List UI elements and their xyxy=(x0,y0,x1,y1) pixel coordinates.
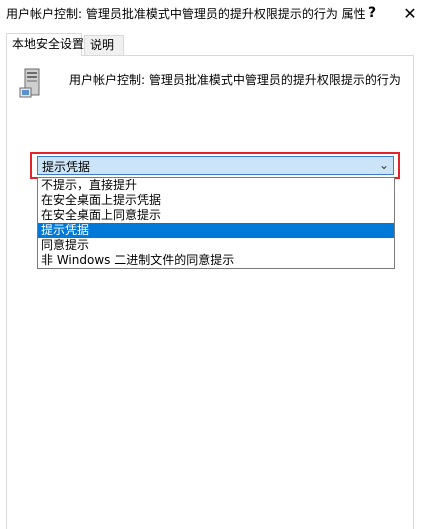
highlight-frame: 提示凭据 ⌄ xyxy=(30,152,400,179)
help-button[interactable]: ? xyxy=(353,0,391,27)
window-title: 用户帐户控制: 管理员批准模式中管理员的提升权限提示的行为 属性 xyxy=(6,7,366,21)
option-prompt-consent[interactable]: 同意提示 xyxy=(38,238,394,253)
settings-panel: 用户帐户控制: 管理员批准模式中管理员的提升权限提示的行为 xyxy=(6,55,414,529)
option-secure-desktop-consent[interactable]: 在安全桌面上同意提示 xyxy=(38,208,394,223)
option-secure-desktop-credentials[interactable]: 在安全桌面上提示凭据 xyxy=(38,193,394,208)
option-prompt-credentials[interactable]: 提示凭据 xyxy=(38,223,394,238)
select-value: 提示凭据 xyxy=(42,160,91,174)
title-bar: 用户帐户控制: 管理员批准模式中管理员的提升权限提示的行为 属性 ? ✕ xyxy=(0,0,425,27)
option-non-windows-consent[interactable]: 非 Windows 二进制文件的同意提示 xyxy=(38,253,394,268)
tab-local-security-setting[interactable]: 本地安全设置 xyxy=(6,33,84,56)
policy-description: 用户帐户控制: 管理员批准模式中管理员的提升权限提示的行为 xyxy=(69,73,401,87)
chevron-down-icon[interactable]: ⌄ xyxy=(379,158,389,172)
tab-explain[interactable]: 说明 xyxy=(84,35,124,55)
prompt-behavior-select[interactable]: 提示凭据 ⌄ xyxy=(37,156,394,175)
option-no-prompt-elevate[interactable]: 不提示，直接提升 xyxy=(38,178,394,193)
options-dropdown: 不提示，直接提升 在安全桌面上提示凭据 在安全桌面上同意提示 提示凭据 同意提示… xyxy=(37,177,395,269)
server-computer-icon xyxy=(19,68,40,98)
close-button[interactable]: ✕ xyxy=(391,0,425,27)
